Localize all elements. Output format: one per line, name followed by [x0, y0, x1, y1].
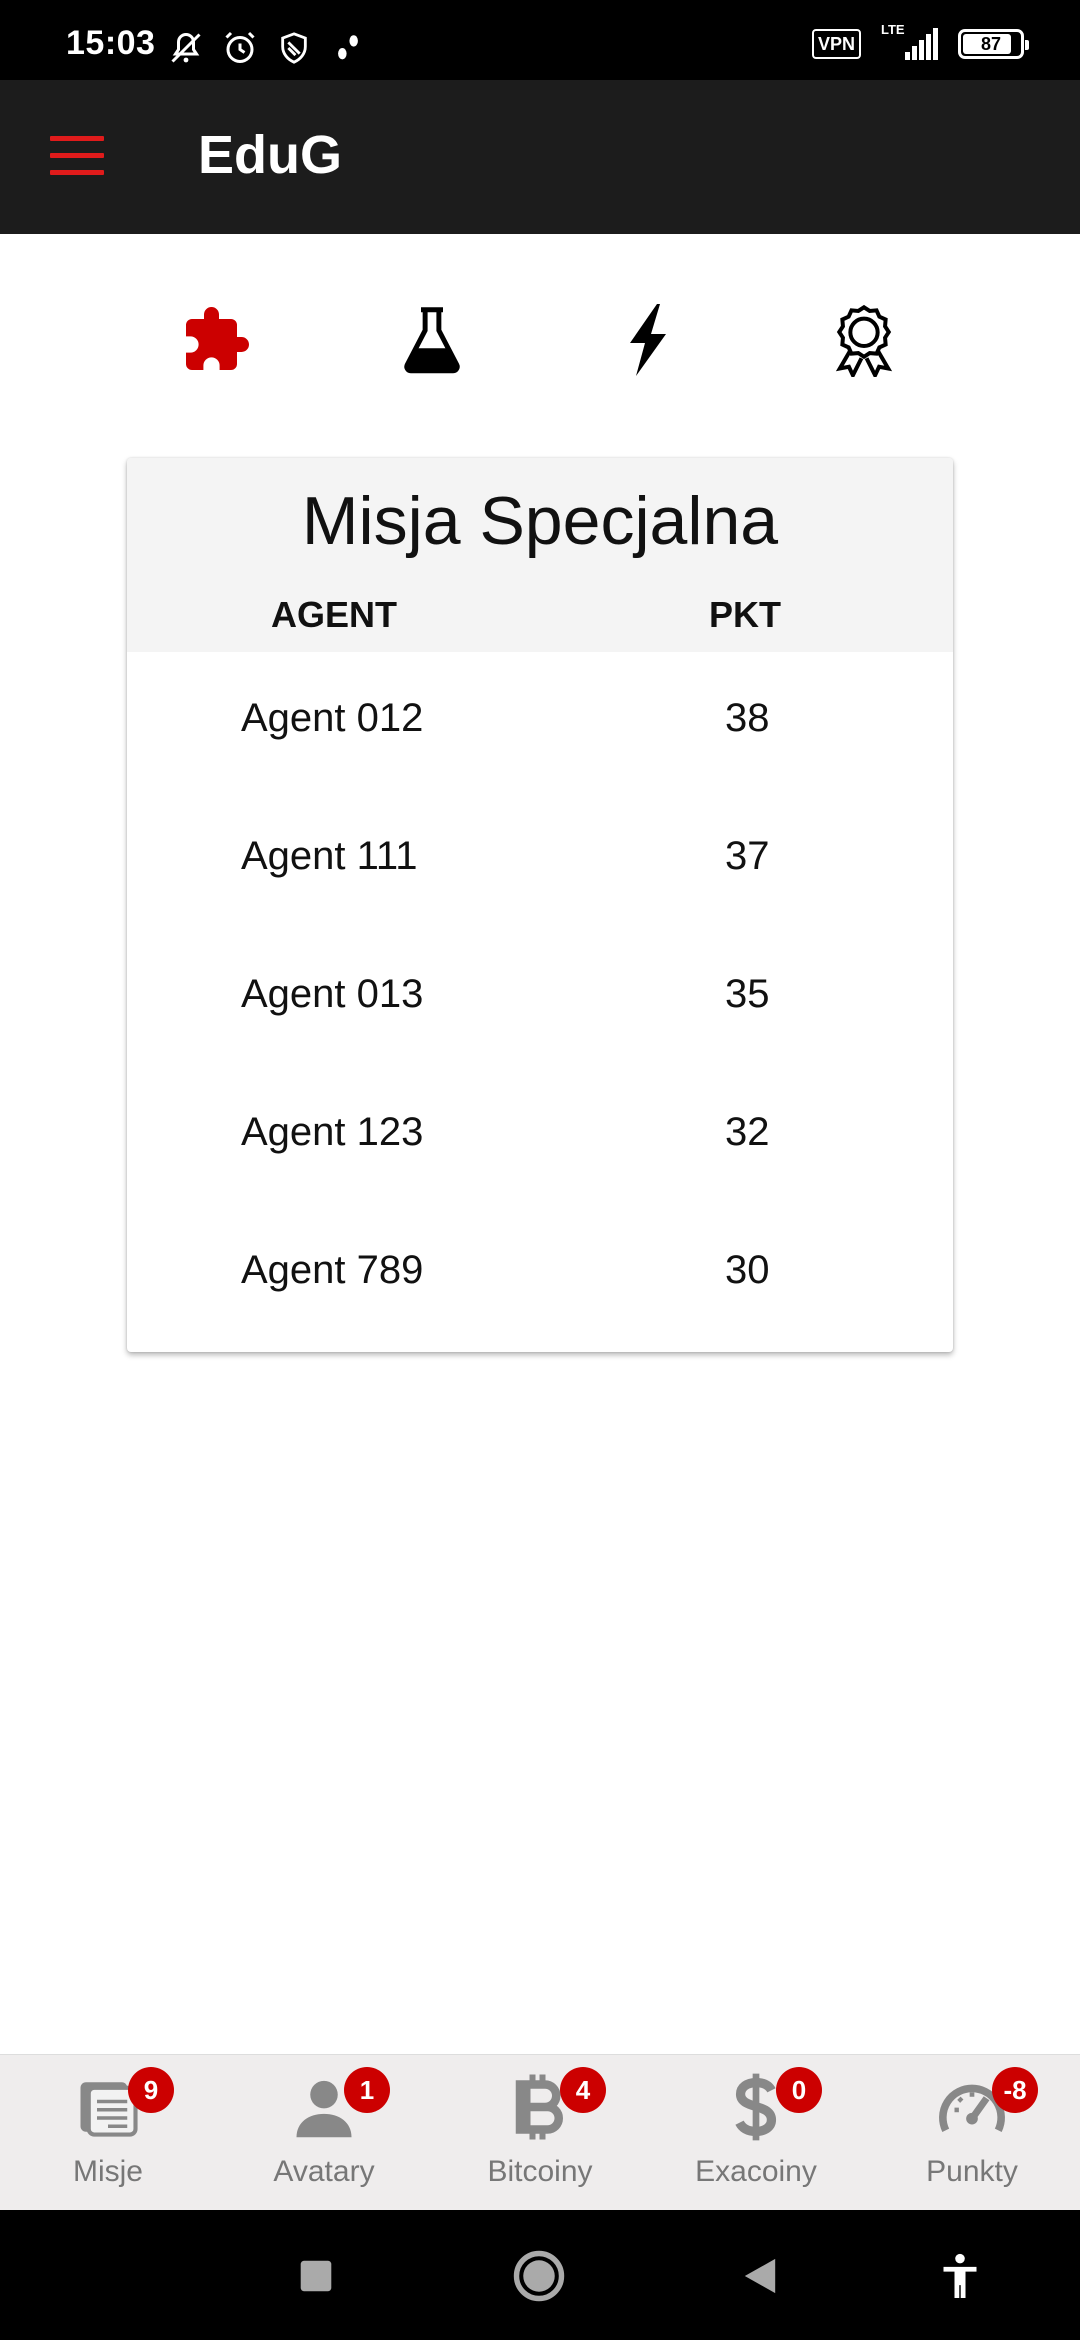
agent-points: 37: [725, 834, 770, 878]
table-row: Agent 013 35: [127, 928, 953, 1066]
status-bar: 15:03 VPN LTE 87: [0, 0, 1080, 80]
column-header-points: PKT: [709, 594, 781, 635]
leaderboard-title: Misja Specjalna: [301, 483, 779, 559]
hamburger-menu-icon[interactable]: [50, 136, 104, 176]
status-time: 15:03: [66, 24, 156, 62]
battery-icon: 87: [958, 29, 1029, 59]
agent-name: Agent 123: [241, 1110, 424, 1154]
mute-bell-icon: [166, 28, 206, 68]
agent-name: Agent 013: [241, 972, 424, 1016]
nav-item-misje[interactable]: 9 Misje: [0, 2055, 216, 2211]
alarm-icon: [220, 28, 260, 68]
agent-name: Agent 789: [241, 1248, 424, 1292]
home-icon[interactable]: [509, 2246, 569, 2306]
nav-label: Avatary: [273, 2155, 375, 2188]
flask-icon[interactable]: [392, 300, 472, 380]
status-system-icons: VPN LTE 87: [811, 22, 1029, 60]
award-ribbon-icon[interactable]: [824, 300, 904, 380]
agent-points: 35: [725, 972, 770, 1016]
signal-icon: LTE: [881, 22, 938, 60]
nav-badge: 4: [560, 2067, 606, 2113]
system-navigation-bar: [0, 2210, 1080, 2340]
nav-item-bitcoiny[interactable]: 4 Bitcoiny: [432, 2055, 648, 2211]
nav-item-exacoiny[interactable]: 0 Exacoiny: [648, 2055, 864, 2211]
agent-name: Agent 012: [241, 696, 424, 740]
shield-icon: [274, 28, 314, 68]
nav-label: Punkty: [926, 2155, 1018, 2188]
nav-badge: 0: [776, 2067, 822, 2113]
network-type: LTE: [881, 22, 905, 37]
table-row: Agent 012 38: [127, 652, 953, 790]
footsteps-icon: [328, 28, 368, 68]
agent-points: 30: [725, 1248, 770, 1292]
table-row: Agent 789 30: [127, 1204, 953, 1342]
lightning-icon[interactable]: [608, 300, 688, 380]
nav-badge: -8: [992, 2067, 1038, 2113]
app-bar: EduG: [0, 80, 1080, 234]
nav-label: Exacoiny: [695, 2155, 817, 2188]
leaderboard-card: Misja Specjalna AGENT PKT Agent 012 38 A…: [127, 458, 953, 1352]
nav-badge: 1: [344, 2067, 390, 2113]
nav-item-punkty[interactable]: -8 Punkty: [864, 2055, 1080, 2211]
back-icon[interactable]: [730, 2246, 790, 2306]
nav-badge: 9: [128, 2067, 174, 2113]
recent-apps-icon[interactable]: [286, 2246, 346, 2306]
leaderboard-header: Misja Specjalna AGENT PKT: [127, 458, 953, 652]
app-title: EduG: [198, 125, 342, 185]
category-tabs: [0, 300, 1080, 380]
table-row: Agent 111 37: [127, 790, 953, 928]
battery-percent: 87: [980, 33, 1002, 54]
agent-points: 38: [725, 696, 770, 740]
column-header-agent: AGENT: [271, 594, 397, 635]
agent-name: Agent 111: [241, 834, 418, 878]
table-row: Agent 123 32: [127, 1066, 953, 1204]
nav-item-avatary[interactable]: 1 Avatary: [216, 2055, 432, 2211]
puzzle-icon[interactable]: [176, 300, 256, 380]
leaderboard-rows: Agent 012 38 Agent 111 37 Agent 013 35 A…: [127, 652, 953, 1342]
accessibility-icon[interactable]: [930, 2246, 990, 2306]
nav-label: Bitcoiny: [487, 2155, 593, 2188]
status-notification-icons: [166, 28, 368, 68]
bottom-navigation: 9 Misje 1 Avatary 4 Bitcoiny 0 Exacoiny …: [0, 2054, 1080, 2210]
nav-label: Misje: [72, 2155, 143, 2188]
vpn-indicator: VPN: [811, 29, 861, 59]
agent-points: 32: [725, 1110, 770, 1154]
